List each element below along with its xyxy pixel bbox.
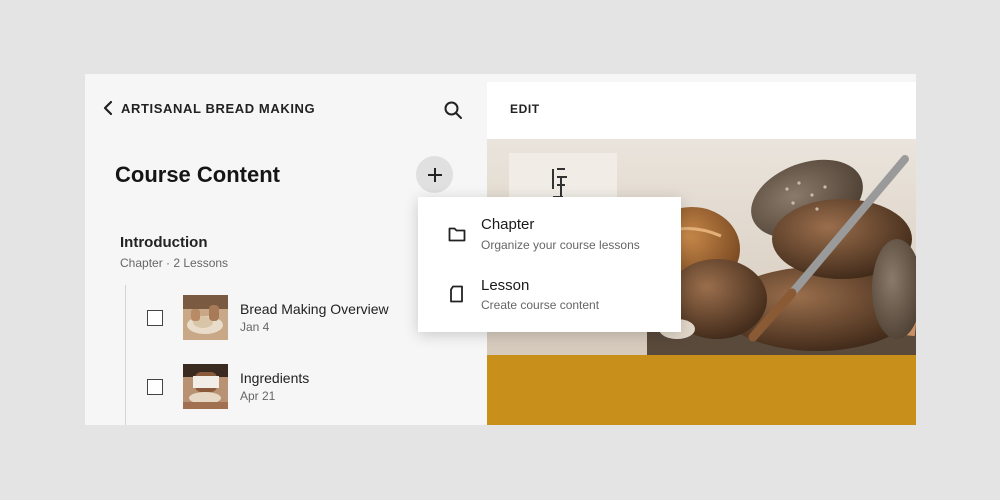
chapter-title[interactable]: Introduction xyxy=(120,234,207,251)
plus-icon xyxy=(427,167,442,182)
folder-icon xyxy=(448,227,466,242)
search-icon[interactable] xyxy=(443,100,463,120)
back-button[interactable]: ARTISANAL BREAD MAKING xyxy=(101,100,315,116)
document-icon xyxy=(450,285,463,303)
lesson-item[interactable]: Ingredients Apr 21 xyxy=(147,364,309,409)
lesson-name: Bread Making Overview xyxy=(240,301,389,317)
chapter-meta: Chapter · 2 Lessons xyxy=(120,256,229,270)
lesson-thumbnail xyxy=(183,295,228,340)
lesson-checkbox[interactable] xyxy=(147,309,163,326)
lesson-date: Apr 21 xyxy=(240,389,276,403)
back-label: ARTISANAL BREAD MAKING xyxy=(121,100,316,116)
menu-item-title: Chapter xyxy=(481,216,535,233)
lesson-checkbox[interactable] xyxy=(147,378,163,395)
add-content-menu: Chapter Organize your course lessons Les… xyxy=(418,197,681,332)
accent-band xyxy=(487,355,916,425)
menu-item-title: Lesson xyxy=(481,277,530,294)
chevron-left-icon xyxy=(103,100,113,116)
lesson-item[interactable]: Bread Making Overview Jan 4 xyxy=(147,295,389,340)
edit-button[interactable]: EDIT xyxy=(510,102,540,116)
lesson-thumbnail xyxy=(183,364,228,409)
chapter-tree-line xyxy=(125,285,126,425)
add-content-button[interactable] xyxy=(416,156,453,193)
menu-item-description: Organize your course lessons xyxy=(481,238,640,252)
menu-item-chapter[interactable]: Chapter Organize your course lessons xyxy=(418,207,681,267)
page-title: Course Content xyxy=(115,162,280,187)
menu-item-description: Create course content xyxy=(481,298,600,312)
menu-item-lesson[interactable]: Lesson Create course content xyxy=(418,269,681,329)
lesson-date: Jan 4 xyxy=(240,320,270,334)
lesson-name: Ingredients xyxy=(240,370,310,386)
